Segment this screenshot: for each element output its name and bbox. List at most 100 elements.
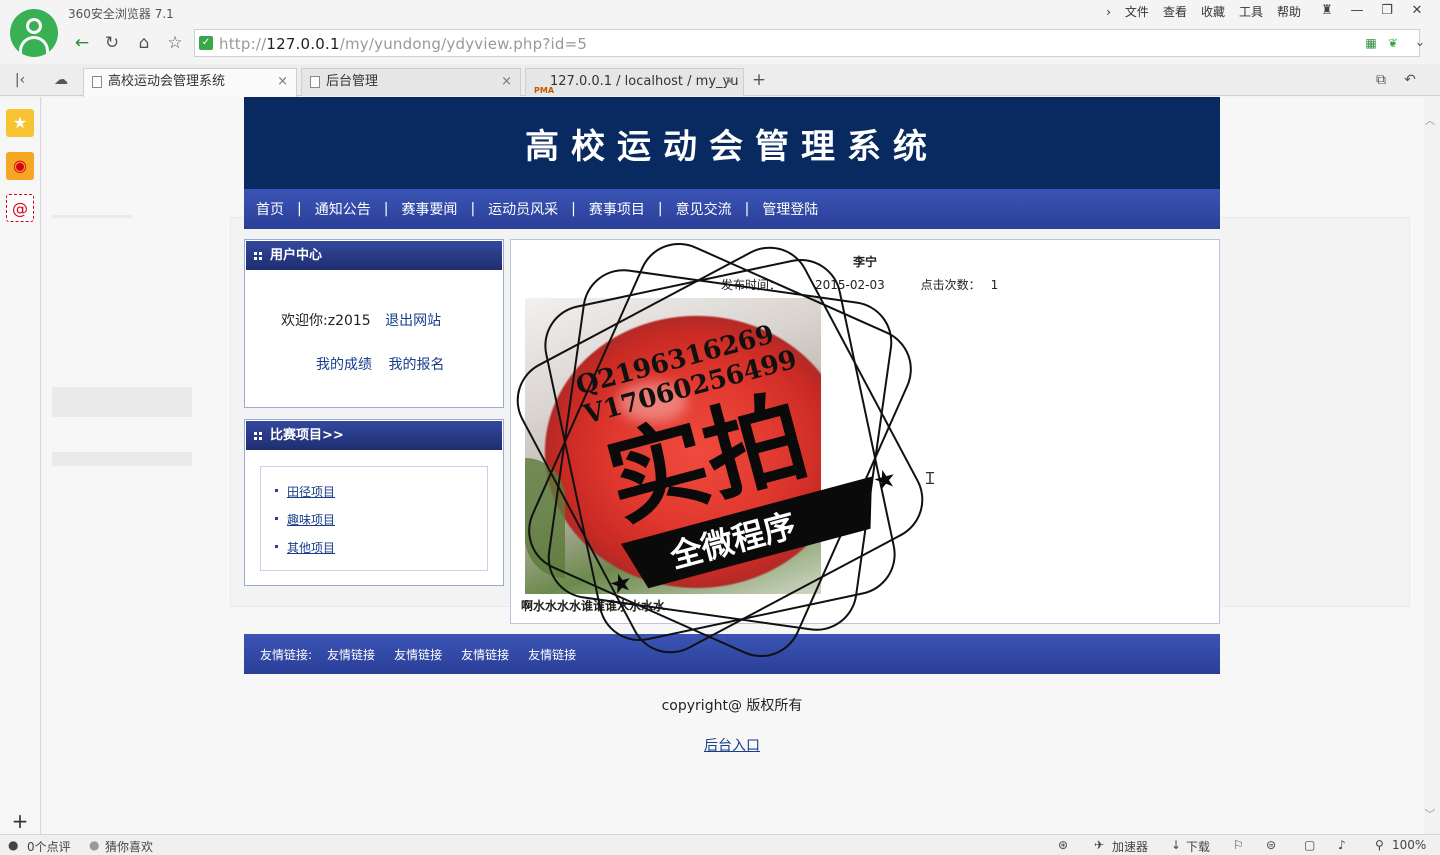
friend-link[interactable]: 友情链接: [528, 646, 576, 663]
article-panel: 李宁 发布时间： 2015-02-03 点击次数： 1 啊水水水水谁谁谁水水水水: [510, 239, 1220, 624]
logout-link[interactable]: 退出网站: [385, 313, 441, 329]
download-icon[interactable]: ↓: [1171, 838, 1181, 852]
download-label[interactable]: 下载: [1186, 838, 1210, 855]
new-tab-icon[interactable]: +: [749, 70, 769, 90]
nav-separator: |: [657, 201, 663, 217]
share-icon[interactable]: ⊜: [1266, 838, 1276, 852]
copyright-text: copyright@ 版权所有: [661, 698, 803, 714]
main-nav: 首页 | 通知公告 | 赛事要闻 | 运动员风采 | 赛事项目 | 意见交流 | 管理登陆: [244, 189, 1220, 229]
event-fun[interactable]: 趣味项目: [274, 511, 335, 528]
home-icon[interactable]: ⌂: [132, 31, 156, 55]
accelerator-icon[interactable]: ✈: [1094, 838, 1104, 852]
nav-feedback[interactable]: 意见交流: [676, 199, 732, 219]
photo-highlight: [617, 382, 687, 422]
speaker-icon[interactable]: ♪: [1338, 838, 1346, 852]
navigation-row: ← ↻ ⌂ ☆ ✓ http://127.0.0.1/my/yundong/yd…: [66, 28, 1436, 58]
minimize-button[interactable]: —: [1342, 0, 1372, 22]
dropdown-chevron-icon[interactable]: ⌄: [1408, 31, 1432, 55]
page-icon: [92, 76, 102, 88]
nav-athletes[interactable]: 运动员风采: [488, 199, 558, 219]
ghost-artifact: [52, 215, 132, 218]
qr-code-icon[interactable]: ▦: [1363, 35, 1379, 51]
back-icon[interactable]: ←: [70, 31, 94, 55]
nav-admin-login[interactable]: 管理登陆: [762, 199, 818, 219]
my-signup-link[interactable]: 我的报名: [388, 357, 444, 373]
nav-separator: |: [470, 201, 476, 217]
window-icon[interactable]: ▢: [1304, 838, 1315, 852]
nav-notices[interactable]: 通知公告: [315, 199, 371, 219]
menu-view[interactable]: 查看: [1156, 3, 1194, 21]
scroll-down-icon[interactable]: ﹀: [1424, 806, 1436, 821]
address-bar[interactable]: ✓ http://127.0.0.1/my/yundong/ydyview.ph…: [194, 29, 1420, 57]
menu-tools[interactable]: 工具: [1232, 3, 1270, 21]
tab-sports-system[interactable]: 高校运动会管理系统 ×: [83, 68, 297, 97]
friend-link[interactable]: 友情链接: [394, 646, 442, 663]
tab-label: 后台管理: [326, 74, 379, 89]
favorites-star-icon[interactable]: ★: [6, 109, 34, 137]
ghost-artifact: [52, 387, 192, 417]
close-tab-icon[interactable]: ×: [724, 69, 735, 95]
menu-help[interactable]: 帮助: [1270, 3, 1308, 21]
clicks-value: 1: [990, 278, 999, 292]
site-banner: 高校运动会管理系统: [244, 97, 1220, 189]
tab-list-icon[interactable]: |‹: [10, 70, 30, 90]
close-tab-icon[interactable]: ×: [277, 69, 288, 95]
tab-manager-icon[interactable]: ⧉: [1371, 70, 1391, 90]
comments-icon[interactable]: ●: [8, 838, 18, 852]
flag-icon[interactable]: ⚐: [1233, 838, 1244, 852]
user-avatar-icon[interactable]: [10, 9, 58, 57]
close-tab-icon[interactable]: ×: [501, 69, 512, 95]
zoom-icon[interactable]: ⚲: [1375, 838, 1384, 852]
cloud-icon[interactable]: ☁: [51, 70, 71, 90]
zoom-level[interactable]: 100%: [1392, 838, 1426, 852]
security-shield-icon: ✓: [199, 36, 213, 50]
scroll-up-icon[interactable]: ︿: [1424, 112, 1436, 127]
friend-link[interactable]: 友情链接: [327, 646, 375, 663]
menu-expand-icon[interactable]: ›: [1099, 3, 1118, 21]
panel-title: 用户中心: [270, 248, 323, 263]
close-window-button[interactable]: ✕: [1402, 0, 1432, 22]
nav-separator: |: [383, 201, 389, 217]
comments-count[interactable]: 0个点评: [27, 838, 71, 855]
ghost-artifact: [52, 452, 192, 466]
event-track-field[interactable]: 田径项目: [274, 483, 335, 500]
url-text[interactable]: http://127.0.0.1/my/yundong/ydyview.php?…: [219, 35, 587, 53]
weibo-icon[interactable]: ◉: [6, 152, 34, 180]
article-caption: 啊水水水水谁谁谁水水水水: [521, 599, 666, 613]
restore-tab-icon[interactable]: ↶: [1400, 70, 1420, 90]
events-list: 田径项目 趣味项目 其他项目: [260, 466, 488, 571]
accelerator-label[interactable]: 加速器: [1112, 838, 1148, 855]
nav-news[interactable]: 赛事要闻: [401, 199, 457, 219]
guess-you-like[interactable]: 猜你喜欢: [105, 838, 153, 855]
add-sidebar-icon[interactable]: +: [6, 807, 34, 835]
skin-icon[interactable]: ♜: [1312, 0, 1342, 22]
favorite-star-icon[interactable]: ☆: [163, 31, 187, 55]
menu-file[interactable]: 文件: [1118, 3, 1156, 21]
nav-home[interactable]: 首页: [256, 199, 284, 219]
guess-icon: ●: [89, 838, 100, 852]
nav-events[interactable]: 赛事项目: [589, 199, 645, 219]
tab-strip: |‹ ☁ 高校运动会管理系统 × 后台管理 × PMA 127.0.0.1 / …: [0, 64, 1440, 97]
clicks-label: 点击次数：: [920, 278, 981, 292]
text-cursor-icon: Ｉ: [922, 469, 939, 488]
refresh-icon[interactable]: ↻: [100, 31, 124, 55]
tab-phpmyadmin[interactable]: PMA 127.0.0.1 / localhost / my_yu ×: [525, 68, 744, 96]
my-scores-link[interactable]: 我的成绩: [316, 357, 372, 373]
publish-time-value: 2015-02-03: [815, 278, 885, 292]
article-author: 李宁: [853, 255, 878, 269]
nav-separator: |: [744, 201, 750, 217]
app-title: 360安全浏览器 7.1: [68, 7, 174, 21]
compat-icon[interactable]: ⊛: [1058, 838, 1068, 852]
mail-icon[interactable]: @: [6, 194, 34, 222]
friend-link[interactable]: 友情链接: [461, 646, 509, 663]
panel-title: 比赛项目>>: [270, 428, 344, 443]
admin-entry-link[interactable]: 后台入口: [244, 735, 1220, 755]
browser-menu: › 文件 查看 收藏 工具 帮助: [1099, 3, 1308, 21]
maximize-button[interactable]: ❐: [1372, 0, 1402, 22]
site-title: 高校运动会管理系统: [525, 127, 939, 167]
event-other[interactable]: 其他项目: [274, 539, 335, 556]
menu-favorites[interactable]: 收藏: [1194, 3, 1232, 21]
grid-dots-icon: [254, 432, 262, 440]
leaf-icon[interactable]: ❦: [1385, 35, 1401, 51]
tab-admin[interactable]: 后台管理 ×: [301, 68, 521, 96]
